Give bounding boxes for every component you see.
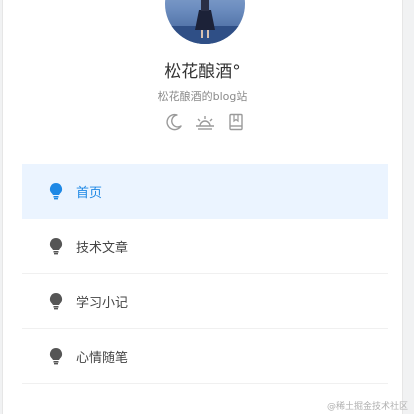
lightbulb-icon	[47, 292, 65, 310]
menu-item-label: 心情随笔	[76, 350, 129, 366]
watermark: @稀土掘金技术社区	[326, 402, 408, 412]
nav-menu: 首页 技术文章 学习小记 心情随笔	[22, 164, 388, 384]
sidebar-panel: 松花酿酒° 松花酿酒的blog站 首页 技术文章 学习小记 心情随笔	[2, 0, 403, 414]
menu-item-study-notes[interactable]: 学习小记	[22, 274, 388, 329]
menu-item-home[interactable]: 首页	[22, 164, 388, 219]
lightbulb-icon	[47, 182, 65, 200]
book-icon[interactable]	[225, 111, 247, 133]
lightbulb-icon	[47, 347, 65, 365]
menu-item-label: 首页	[76, 185, 103, 201]
moon-icon[interactable]	[163, 111, 185, 133]
menu-item-tech-articles[interactable]: 技术文章	[22, 219, 388, 274]
menu-item-label: 学习小记	[76, 295, 129, 311]
menu-item-essays[interactable]: 心情随笔	[22, 329, 388, 384]
avatar-image	[165, 0, 245, 44]
avatar[interactable]	[165, 0, 245, 44]
profile-subtitle: 松花酿酒的blog站	[157, 90, 248, 103]
quick-icons	[163, 111, 247, 133]
profile-name: 松花酿酒°	[164, 62, 241, 82]
sunrise-icon[interactable]	[194, 111, 216, 133]
lightbulb-icon	[47, 237, 65, 255]
menu-item-label: 技术文章	[76, 240, 129, 256]
